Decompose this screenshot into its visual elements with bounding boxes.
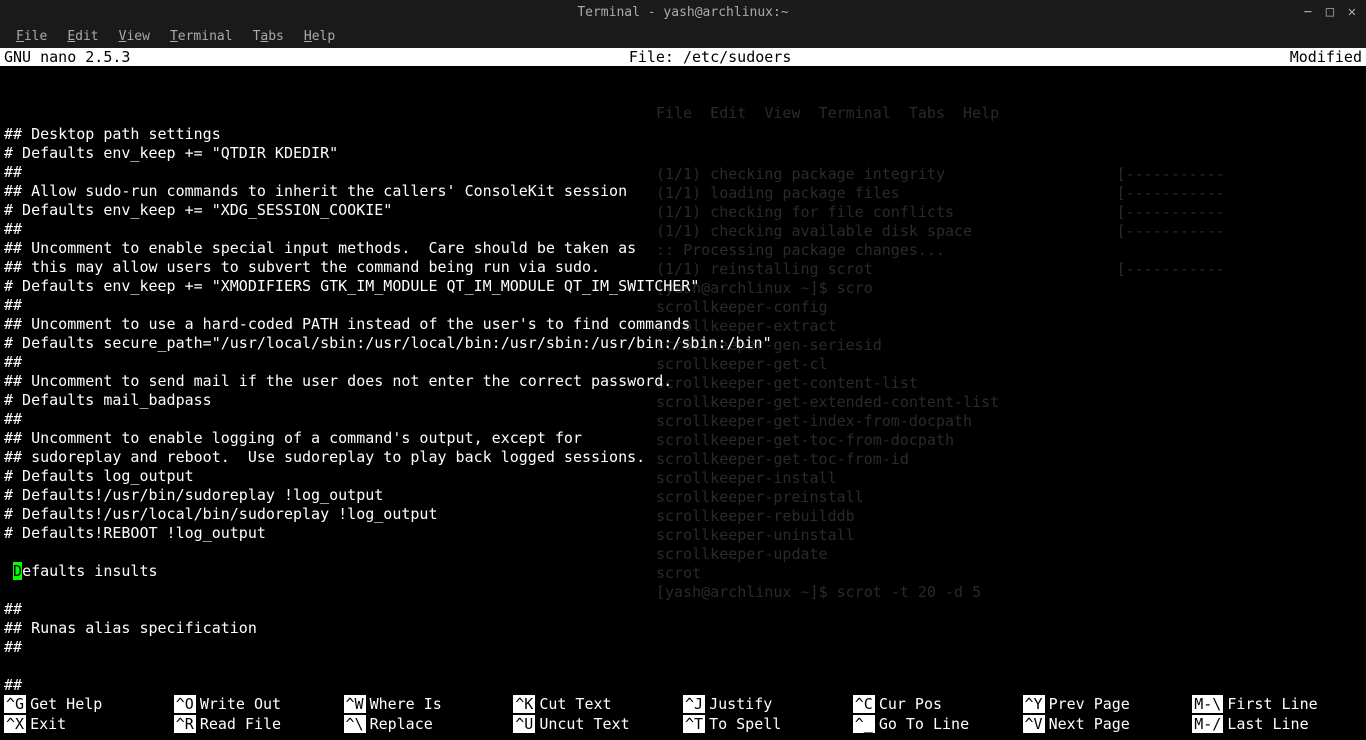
nano-header: GNU nano 2.5.3 File: /etc/sudoers Modifi… — [0, 48, 1366, 66]
nano-shortcuts: ^G Get Help ^O Write Out ^W Where Is ^K … — [0, 692, 1366, 740]
minimize-button[interactable]: − — [1300, 4, 1316, 20]
maximize-button[interactable]: □ — [1322, 4, 1338, 20]
editor-line: Defaults insults — [4, 562, 1362, 581]
window-title: Terminal - yash@archlinux:~ — [577, 5, 788, 20]
editor-line: # Defaults secure_path="/usr/local/sbin:… — [4, 334, 1362, 353]
menu-view[interactable]: View — [111, 27, 158, 46]
editor-line: ## this may allow users to subvert the c… — [4, 258, 1362, 277]
shortcut-cur-pos[interactable]: ^C Cur Pos — [853, 694, 1023, 714]
close-button[interactable]: ✕ — [1344, 4, 1360, 20]
editor-line: ## — [4, 676, 1362, 692]
editor-line: # Defaults!/usr/local/bin/sudoreplay !lo… — [4, 505, 1362, 524]
menu-tabs[interactable]: Tabs — [245, 27, 292, 46]
editor-line: ## — [4, 296, 1362, 315]
menu-terminal[interactable]: Terminal — [162, 27, 241, 46]
shortcut-replace[interactable]: ^\ Replace — [344, 714, 514, 734]
editor-line — [4, 657, 1362, 676]
shortcut-next-page[interactable]: ^V Next Page — [1023, 714, 1193, 734]
editor-line: ## Uncomment to enable logging of a comm… — [4, 429, 1362, 448]
editor-line — [4, 581, 1362, 600]
menu-file[interactable]: File — [8, 27, 55, 46]
editor-line: # Defaults mail_badpass — [4, 391, 1362, 410]
shortcut-write-out[interactable]: ^O Write Out — [174, 694, 344, 714]
editor-line: ## — [4, 220, 1362, 239]
shortcut-go-to-line[interactable]: ^_ Go To Line — [853, 714, 1023, 734]
editor-line: ## sudoreplay and reboot. Use sudoreplay… — [4, 448, 1362, 467]
shortcut-where-is[interactable]: ^W Where Is — [344, 694, 514, 714]
window-controls: − □ ✕ — [1300, 4, 1360, 20]
menu-help[interactable]: Help — [296, 27, 343, 46]
editor-line: ## — [4, 353, 1362, 372]
editor-line: ## — [4, 163, 1362, 182]
shortcut-first-line[interactable]: M-\ First Line — [1192, 694, 1362, 714]
editor-line: # Defaults log_output — [4, 467, 1362, 486]
shortcut-uncut-text[interactable]: ^U Uncut Text — [513, 714, 683, 734]
editor-line: ## Uncomment to send mail if the user do… — [4, 372, 1362, 391]
shortcut-cut-text[interactable]: ^K Cut Text — [513, 694, 683, 714]
nano-status: Modified — [1290, 48, 1362, 66]
editor-line: # Defaults env_keep += "QTDIR KDEDIR" — [4, 144, 1362, 163]
editor-line: ## Uncomment to enable special input met… — [4, 239, 1362, 258]
shortcut-read-file[interactable]: ^R Read File — [174, 714, 344, 734]
editor-line — [4, 543, 1362, 562]
menubar: File Edit View Terminal Tabs Help — [0, 24, 1366, 48]
menu-edit[interactable]: Edit — [59, 27, 106, 46]
editor-area[interactable]: File Edit View Terminal Tabs Help (1/1) … — [0, 66, 1366, 692]
editor-line: # Defaults env_keep += "XMODIFIERS GTK_I… — [4, 277, 1362, 296]
nano-filename: File: /etc/sudoers — [629, 48, 792, 66]
editor-line: # Defaults env_keep += "XDG_SESSION_COOK… — [4, 201, 1362, 220]
shortcut-justify[interactable]: ^J Justify — [683, 694, 853, 714]
titlebar: Terminal - yash@archlinux:~ − □ ✕ — [0, 0, 1366, 24]
editor-line: ## — [4, 600, 1362, 619]
editor-line: ## Desktop path settings — [4, 125, 1362, 144]
editor-line: ## — [4, 410, 1362, 429]
shortcut-to-spell[interactable]: ^T To Spell — [683, 714, 853, 734]
editor-line: ## Allow sudo-run commands to inherit th… — [4, 182, 1362, 201]
shortcut-get-help[interactable]: ^G Get Help — [4, 694, 174, 714]
shortcut-last-line[interactable]: M-/ Last Line — [1192, 714, 1362, 734]
nano-version: GNU nano 2.5.3 — [4, 48, 130, 66]
editor-line: ## Runas alias specification — [4, 619, 1362, 638]
editor-line: ## — [4, 638, 1362, 657]
editor-line: # Defaults!REBOOT !log_output — [4, 524, 1362, 543]
editor-line: ## Uncomment to use a hard-coded PATH in… — [4, 315, 1362, 334]
terminal-window: Terminal - yash@archlinux:~ − □ ✕ File E… — [0, 0, 1366, 740]
shortcut-exit[interactable]: ^X Exit — [4, 714, 174, 734]
bg-menubar: File Edit View Terminal Tabs Help — [656, 104, 1366, 123]
editor-line: # Defaults!/usr/bin/sudoreplay !log_outp… — [4, 486, 1362, 505]
shortcut-prev-page[interactable]: ^Y Prev Page — [1023, 694, 1193, 714]
